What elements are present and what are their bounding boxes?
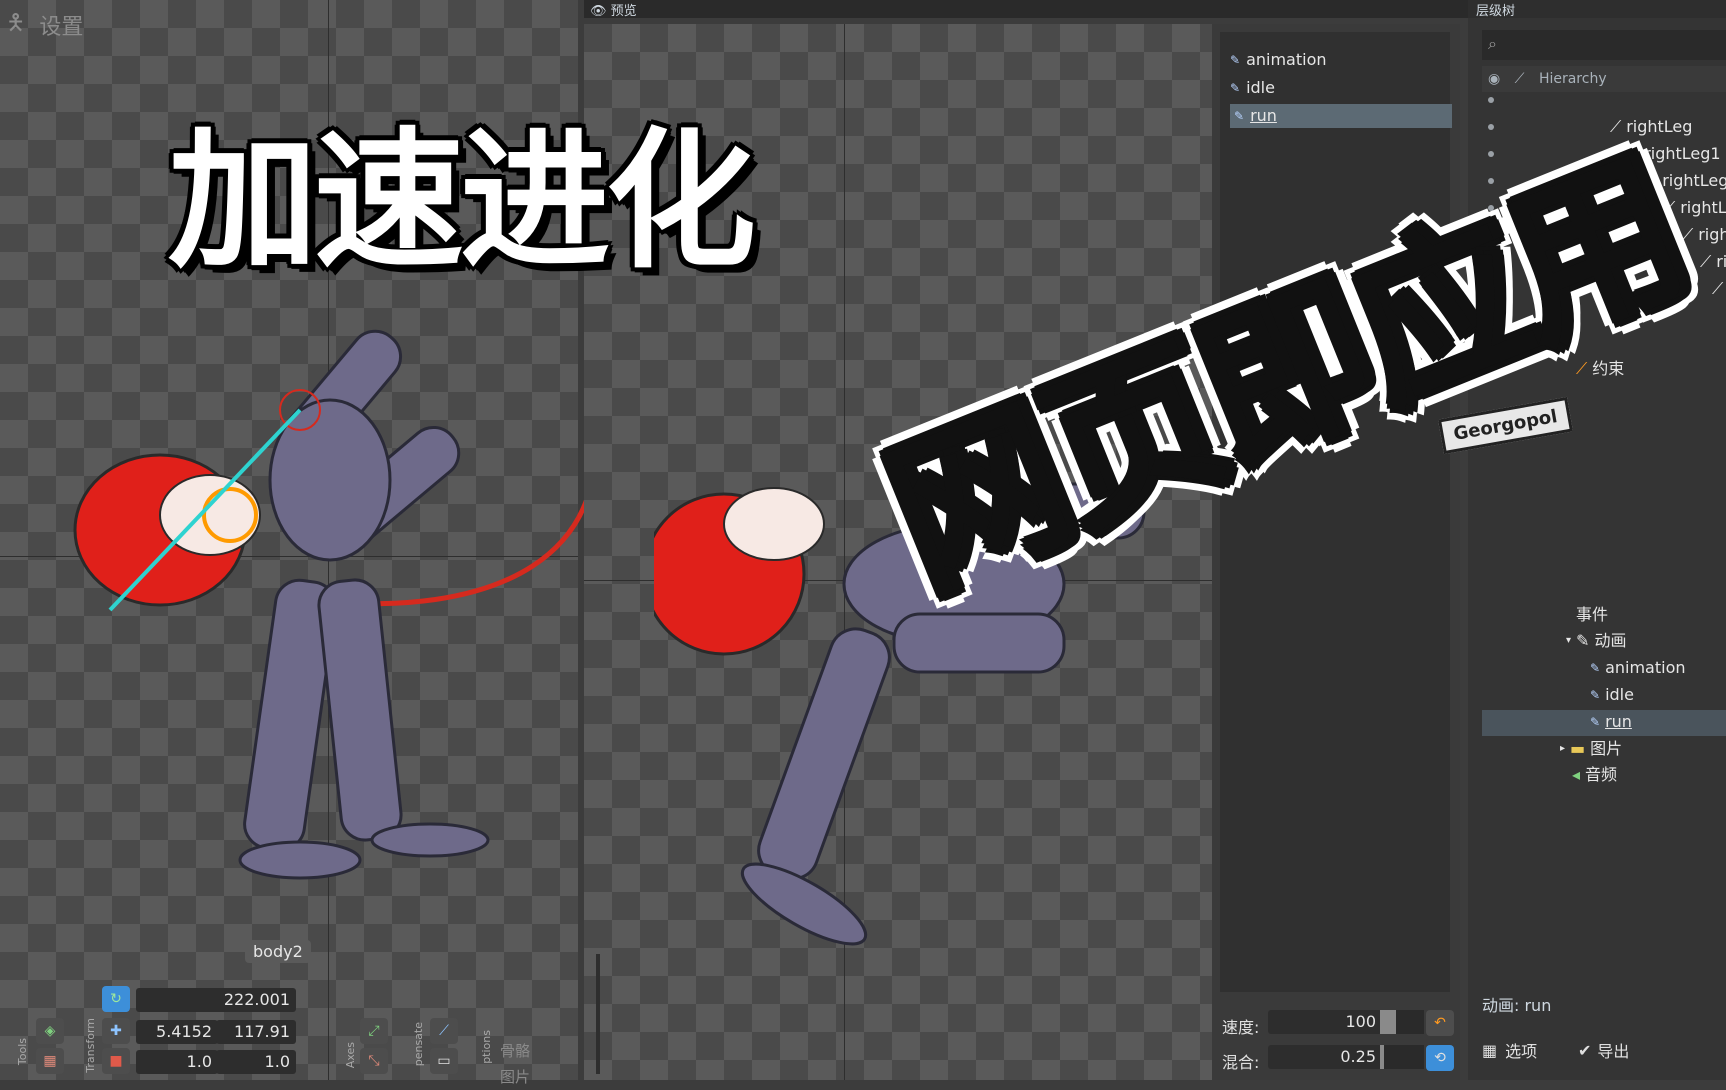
hierarchy-tab-bar: 层级树 [1468,0,1726,19]
rotate-icon: ↻ [110,991,122,1007]
search-icon: ⌕ [1488,34,1497,53]
bone-name-tooltip: body2 [245,940,311,963]
loop-button[interactable]: ⟲ [1426,1045,1454,1071]
preview-tab-bar: 👁 预览 [584,0,1472,19]
bone-icon: ⟋ [1700,252,1712,271]
settings-tab[interactable]: 🯅 设置 [6,6,83,44]
tree-bone-rightLeg5[interactable]: ⟋rigl [1700,249,1726,275]
mix-label: 混合: [1222,1053,1260,1072]
row-visibility-dot[interactable] [1488,97,1494,103]
image-icon: ▭ [437,1053,451,1069]
bottom-toolbar: Tools ◈ ▦ Transform ↻ 222.001 ✚ 5.4152 1… [0,980,578,1086]
mix-slider[interactable] [1380,1045,1424,1069]
grid-icon: ▦ [1482,1040,1498,1060]
animation-icon: ✎ [1590,688,1601,702]
character-figure[interactable] [70,260,590,900]
tree-audio[interactable]: ◂ 音频 [1572,762,1617,788]
weights-tool-button[interactable]: ▦ [36,1048,64,1074]
scale-y-field[interactable]: 1.0 [216,1050,296,1074]
reverse-button[interactable]: ↶ [1426,1010,1454,1036]
mesh-icon: ▦ [43,1053,57,1069]
preview-knee [892,612,1066,674]
folder-icon: ▬ [1570,739,1586,758]
axes-local-button[interactable]: ⤢ [360,1018,388,1044]
axes-world-icon: ⤡ [368,1053,380,1069]
leg-right [317,578,403,842]
axes-world-button[interactable]: ⤡ [360,1048,388,1074]
animation-item-idle[interactable]: ✎ idle [1230,76,1275,100]
row-visibility-dot[interactable] [1488,124,1494,130]
animation-icon: ✎ [1590,661,1601,675]
preview-tab[interactable]: 预览 [611,4,637,19]
preview-face [723,487,825,561]
animation-icon: ✎ [1590,715,1601,729]
tree-images[interactable]: ▸ ▬ 图片 [1560,736,1622,762]
tree-animations[interactable]: ▾ ✎ 动画 [1566,628,1626,654]
tree-anim-idle[interactable]: ✎ idle [1590,682,1634,708]
speed-field[interactable]: 100 [1268,1010,1382,1034]
pose-tool-button[interactable]: ◈ [36,1018,64,1044]
bone-icon: ⟋ [1682,225,1694,244]
animation-icon: ✎ [1230,81,1241,95]
options-list: 骨骼 图片 [500,1038,530,1090]
bone-visibility-icon: ⟋ [1514,71,1525,87]
rotate-tool-button[interactable]: ↻ [102,986,130,1012]
scale-tool-button[interactable]: ■ [102,1048,130,1074]
hierarchy-tab[interactable]: 层级树 [1476,4,1515,19]
chevron-right-icon: ▸ [1560,743,1566,754]
animation-item-run[interactable]: ✎ run [1230,104,1452,128]
speed-slider[interactable] [1380,1010,1424,1034]
audio-icon: ◂ [1572,765,1581,784]
bone-icon: ⟋ [439,1023,449,1039]
animation-icon: ✎ [1230,53,1241,67]
translate-y-field[interactable]: 117.91 [216,1020,296,1044]
figure-icon: 🯅 [6,11,26,36]
tree-bone-rightLeg3[interactable]: ⟋rightLe [1664,195,1726,221]
option-bones[interactable]: 骨骼 [500,1038,530,1064]
overlay-title: 加速进化 [168,113,756,289]
loop-icon: ⟲ [1434,1050,1446,1066]
options-button[interactable]: ▦ 选项 [1482,1038,1537,1062]
compensate-bones-button[interactable]: ⟋ [430,1018,458,1044]
tree-anim-animation[interactable]: ✎ animation [1590,655,1686,681]
animation-item-animation[interactable]: ✎ animation [1230,48,1327,72]
translate-tool-button[interactable]: ✚ [102,1018,130,1044]
visibility-icon: ◉ [1488,71,1501,87]
shoe-left [238,840,362,880]
hierarchy-header: ◉ ⟋ Hierarchy [1482,66,1726,92]
tree-bone-rightLeg6[interactable]: ⟋r [1712,276,1726,302]
speed-label: 速度: [1222,1018,1260,1037]
chevron-down-icon: ▾ [1566,635,1572,646]
crosshair-icon: ◈ [44,1023,56,1039]
search-input[interactable]: ⌕ [1482,30,1726,60]
back-arrow-icon: ↶ [1434,1015,1446,1031]
move-icon: ✚ [110,1023,122,1039]
tree-bone-rightLeg4[interactable]: ⟋rightl [1682,222,1726,248]
preview-leg [757,627,891,881]
shoe-right [370,822,490,858]
scale-x-field[interactable]: 1.0 [136,1050,218,1074]
tree-anim-run[interactable]: ✎ run [1590,709,1632,735]
export-checkbox[interactable]: ✔ 导出 [1578,1038,1629,1062]
animation-icon: ✎ [1234,109,1245,123]
eye-icon: 👁 [590,4,607,19]
option-images[interactable]: 图片 [500,1064,530,1090]
hierarchy-status: 动画: run [1482,996,1552,1015]
checkmark-icon: ✔ [1578,1040,1592,1060]
scale-icon: ■ [109,1053,123,1069]
rotation-field[interactable]: 222.001 [136,988,296,1012]
translate-x-field[interactable]: 5.4152 [136,1020,218,1044]
bone-icon: ⟋ [1712,279,1724,298]
tree-events[interactable]: 事件 [1576,602,1608,628]
animation-icon: ✎ [1576,631,1590,650]
axes-icon: ⤢ [368,1023,380,1039]
compensate-images-button[interactable]: ▭ [430,1048,458,1074]
mix-field[interactable]: 0.25 [1268,1045,1382,1069]
zoom-slider[interactable] [596,954,600,1074]
